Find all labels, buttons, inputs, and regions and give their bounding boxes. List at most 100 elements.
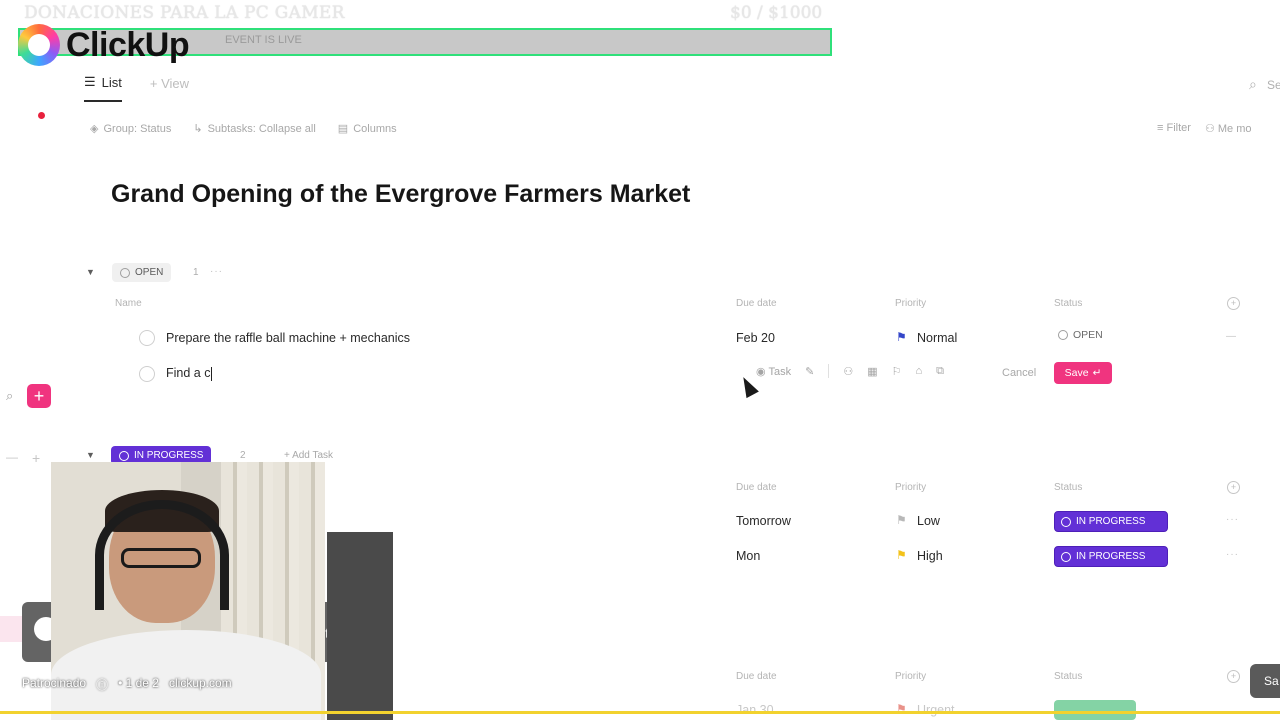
task-status-circle[interactable] — [139, 330, 155, 346]
webcam-shirt — [51, 630, 321, 720]
row-more-icon[interactable]: ··· — [1226, 514, 1239, 525]
sponsor-site[interactable]: clickup.com — [169, 676, 232, 693]
filter-label: Filter — [1166, 122, 1191, 134]
tab-list[interactable]: ☰ List — [84, 74, 122, 102]
column-header-status[interactable]: Status — [1054, 482, 1082, 493]
list-icon: ☰ — [84, 74, 96, 89]
calendar-icon[interactable]: ▦ — [867, 365, 877, 378]
task-priority[interactable]: Low — [917, 514, 940, 528]
sponsor-label: Patrocinado — [22, 676, 87, 690]
task-due-date[interactable]: Mon — [736, 549, 760, 563]
enter-icon: ↵ — [1092, 367, 1102, 379]
columns-button[interactable]: ▤ Columns — [337, 122, 397, 136]
add-column-icon[interactable]: + — [1227, 297, 1240, 310]
task-due-date[interactable]: Jan 30 — [736, 703, 774, 717]
page-title: Grand Opening of the Evergrove Farmers M… — [111, 180, 691, 208]
task-status-label: OPEN — [1073, 329, 1103, 341]
sidebar-add-button[interactable]: + — [27, 384, 51, 408]
me-mode-label: Me mo — [1217, 123, 1252, 135]
group-in-progress-count: 2 — [240, 450, 246, 461]
tag-icon[interactable]: ⌂ — [915, 365, 922, 377]
sidebar-search-icon[interactable]: ⌕ — [6, 388, 13, 404]
webcam-background — [327, 532, 393, 720]
group-by-button[interactable]: ◈ Group: Status — [90, 122, 172, 136]
toolbar-right: ≡ Filter ⚇ Me mo — [1157, 122, 1251, 135]
save-label: Save — [1064, 367, 1089, 379]
row-more-icon[interactable]: — — [1226, 331, 1237, 342]
group-by-label: Group: Status — [103, 122, 172, 135]
task-due-date[interactable]: Tomorrow — [736, 514, 791, 528]
column-header-due-date[interactable]: Due date — [736, 298, 777, 309]
sidebar-collapse-icon[interactable]: — — [6, 450, 18, 464]
column-header-status[interactable]: Status — [1054, 671, 1082, 682]
group-header-open[interactable]: OPEN — [112, 263, 172, 282]
task-type-label: Task — [768, 365, 792, 378]
status-in-progress-icon — [1061, 551, 1071, 562]
donation-title: DONACIONES PARA LA PC GAMER — [24, 3, 345, 23]
pencil-icon[interactable]: ✎ — [805, 365, 814, 378]
task-status-label: IN PROGRESS — [1076, 551, 1146, 562]
chevron-down-icon[interactable]: ▼ — [86, 267, 95, 277]
webcam-headset-icon — [95, 500, 229, 610]
task-due-date[interactable]: Feb 20 — [736, 331, 775, 345]
column-header-due-date[interactable]: Due date — [736, 482, 777, 493]
save-button[interactable]: Save ↵ — [1054, 362, 1112, 384]
pink-edge — [0, 616, 22, 642]
sponsor-caption: Patrocinado ⓘ • 1 de 2 clickup.com — [22, 676, 232, 693]
donation-bar-text: EVENT IS LIVE — [225, 34, 302, 46]
chevron-down-icon[interactable]: ▼ — [86, 450, 95, 460]
column-header-priority[interactable]: Priority — [895, 671, 926, 682]
columns-icon: ▤ — [337, 123, 349, 135]
assignee-icon[interactable]: ⚇ — [843, 365, 853, 378]
status-in-progress-icon — [1061, 516, 1071, 527]
task-status-in-progress[interactable]: IN PROGRESS — [1054, 546, 1168, 567]
flag-icon[interactable]: ⚐ — [892, 365, 902, 378]
add-column-icon[interactable]: + — [1227, 670, 1240, 683]
side-chip[interactable]: Sa — [1250, 664, 1280, 698]
task-type-icon: ◉ — [756, 365, 769, 378]
info-icon[interactable]: ⓘ — [96, 676, 108, 693]
cancel-button[interactable]: Cancel — [1002, 367, 1036, 379]
task-priority[interactable]: High — [917, 549, 943, 563]
flag-icon: ⚑ — [896, 548, 907, 562]
add-task-button[interactable]: + Add Task — [284, 450, 333, 461]
donation-amount: $0 / $1000 — [730, 3, 823, 23]
columns-label: Columns — [353, 122, 397, 135]
task-status-complete[interactable] — [1054, 700, 1136, 720]
column-header-priority[interactable]: Priority — [895, 482, 926, 493]
new-task-input[interactable]: Find a c — [166, 366, 213, 381]
new-task-input-text: Find a c — [166, 366, 211, 380]
task-type-button[interactable]: ◉ Task — [756, 365, 791, 378]
task-status-in-progress[interactable]: IN PROGRESS — [1054, 511, 1168, 532]
status-open-icon — [120, 267, 130, 278]
subtasks-icon: ↳ — [193, 123, 203, 135]
subtasks-label: Subtasks: Collapse all — [207, 122, 316, 135]
column-header-due-date[interactable]: Due date — [736, 671, 777, 682]
attach-icon[interactable]: ⧉ — [936, 365, 944, 378]
create-task-toolbar: ◉ Task ✎ ⚇ ▦ ⚐ ⌂ ⧉ — [756, 364, 944, 378]
group-icon: ◈ — [90, 123, 99, 135]
column-header-status[interactable]: Status — [1054, 298, 1082, 309]
me-mode-button[interactable]: ⚇ Me mo — [1205, 122, 1252, 135]
subtasks-button[interactable]: ↳ Subtasks: Collapse all — [193, 122, 316, 136]
person-icon: ⚇ — [1204, 123, 1218, 135]
group-open-more-icon[interactable]: ··· — [210, 266, 223, 277]
search-label[interactable]: Se — [1267, 78, 1280, 92]
search-icon[interactable]: ⌕ — [1249, 76, 1257, 93]
sidebar-plus-icon[interactable]: + — [32, 450, 40, 466]
column-header-name[interactable]: Name — [115, 298, 142, 309]
task-name[interactable]: Prepare the raffle ball machine + mechan… — [166, 331, 410, 345]
tab-add-view[interactable]: + View — [150, 76, 189, 101]
filter-button[interactable]: ≡ Filter — [1157, 122, 1191, 135]
row-more-icon[interactable]: ··· — [1226, 549, 1239, 560]
flag-icon: ⚑ — [896, 513, 907, 527]
task-status-open[interactable]: OPEN — [1058, 329, 1103, 341]
new-task-status-circle[interactable] — [139, 366, 155, 382]
status-open-icon — [1058, 330, 1068, 340]
clickup-logo-text: ClickUp — [66, 25, 190, 64]
column-header-priority[interactable]: Priority — [895, 298, 926, 309]
add-column-icon[interactable]: + — [1227, 481, 1240, 494]
task-priority[interactable]: Normal — [917, 331, 957, 345]
task-priority[interactable]: Urgent — [917, 703, 955, 717]
flag-icon: ⚑ — [896, 330, 907, 344]
